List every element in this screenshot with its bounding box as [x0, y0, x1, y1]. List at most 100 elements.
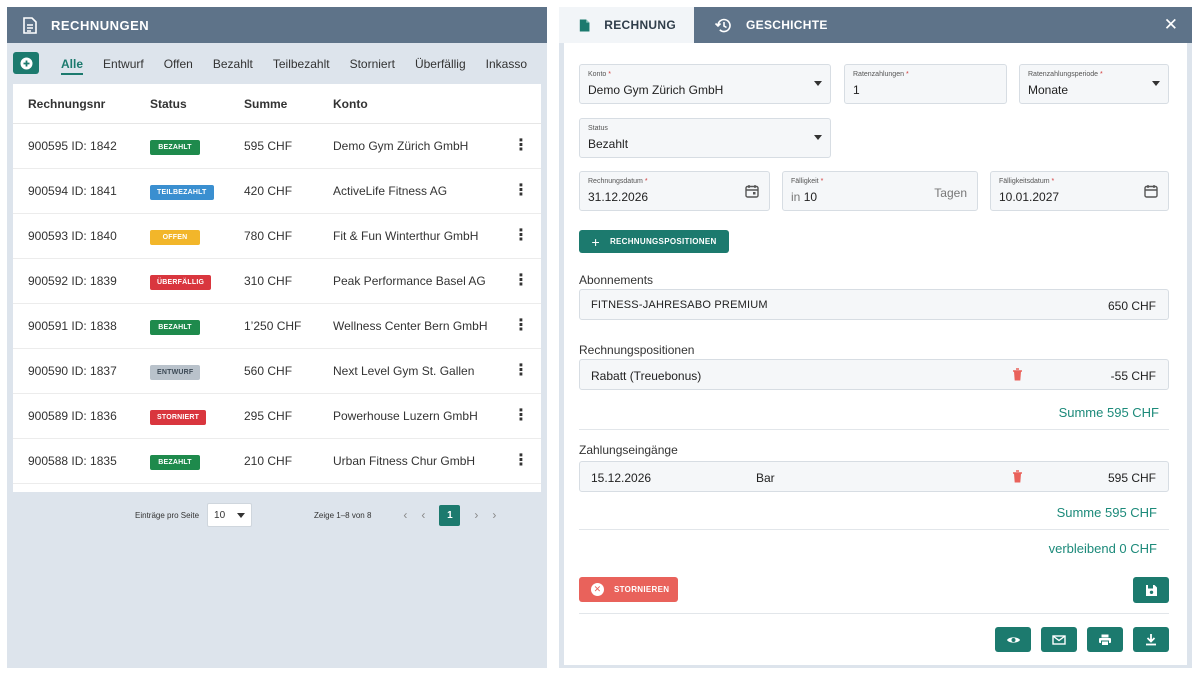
- more-vert-icon[interactable]: ⋮: [501, 183, 541, 199]
- trash-icon[interactable]: [1012, 368, 1023, 384]
- raten-label: Ratenzahlungen *: [853, 71, 909, 78]
- status-badge: OFFEN: [150, 229, 200, 245]
- calendar-icon[interactable]: [1144, 184, 1158, 203]
- invoice-sum: 560 CHF: [244, 364, 293, 378]
- tab-geschichte-label: GESCHICHTE: [746, 18, 828, 32]
- document-icon: [23, 16, 37, 34]
- table-row[interactable]: 900591 ID: 1838 BEZAHLT 1’250 CHF Wellness …: [13, 304, 541, 349]
- range-text: Zeige 1–8 von 8: [314, 510, 372, 520]
- raten-label-text: Ratenzahlungen: [853, 71, 904, 78]
- table-row[interactable]: 900590 ID: 1837 ENTWURF 560 CHF Next Level …: [13, 349, 541, 394]
- invoice-account: Urban Fitness Chur GmbH: [333, 454, 476, 468]
- col-header-account[interactable]: Konto: [333, 97, 501, 111]
- col-header-status[interactable]: Status: [150, 97, 244, 111]
- invoice-form: Konto * Demo Gym Zürich GmbH Ratenzahlun…: [564, 43, 1187, 665]
- tab-rechnung[interactable]: RECHNUNG: [559, 7, 694, 43]
- next-page-icon[interactable]: ›: [474, 508, 478, 522]
- fdatum-label-text: Fälligkeitsdatum: [999, 178, 1050, 185]
- calendar-icon[interactable]: [745, 184, 759, 203]
- invoice-account: Next Level Gym St. Gallen: [333, 364, 475, 378]
- preview-button[interactable]: [995, 627, 1031, 652]
- invoices-panel: RECHNUNGEN Alle Entwurf Offen Bezahlt Te…: [7, 7, 547, 668]
- tab-geschichte[interactable]: GESCHICHTE: [694, 7, 846, 43]
- add-invoice-button[interactable]: [13, 52, 39, 74]
- table-row[interactable]: 900594 ID: 1841 TEILBEZAHLT 420 CHF ActiveL…: [13, 169, 541, 214]
- close-icon[interactable]: ✕: [1164, 15, 1178, 35]
- filter-tab-storniert[interactable]: Storniert: [350, 51, 395, 75]
- faelligkeit-input[interactable]: Fälligkeit * in 10 Tagen: [782, 171, 978, 211]
- faelligkeit-label: Fälligkeit *: [791, 178, 824, 185]
- invoice-number: 900591 ID: 1838: [28, 319, 117, 333]
- page-number[interactable]: 1: [439, 504, 461, 526]
- more-vert-icon[interactable]: ⋮: [501, 138, 541, 154]
- faelligkeitsdatum-value: 10.01.2027: [999, 190, 1060, 204]
- invoice-sum: 310 CHF: [244, 274, 293, 288]
- printer-icon: [1099, 634, 1111, 646]
- filter-tab-ueberfaellig[interactable]: Überfällig: [415, 51, 466, 75]
- table-row[interactable]: 900595 ID: 1842 BEZAHLT 595 CHF Demo Gym Zü…: [13, 124, 541, 169]
- konto-select[interactable]: Konto * Demo Gym Zürich GmbH: [579, 64, 831, 104]
- close-circle-icon: ✕: [591, 583, 604, 596]
- more-vert-icon[interactable]: ⋮: [501, 273, 541, 289]
- caret-down-icon: [814, 81, 822, 86]
- last-page-icon[interactable]: ›: [492, 508, 496, 522]
- filter-tab-bezahlt[interactable]: Bezahlt: [213, 51, 253, 75]
- invoices-table: Rechnungsnr Status Summe Konto 900595 ID…: [13, 84, 541, 492]
- status-cell: ENTWURF: [150, 363, 244, 380]
- table-row[interactable]: 900588 ID: 1835 BEZAHLT 210 CHF Urban Fitne…: [13, 439, 541, 484]
- positionen-title: Rechnungspositionen: [579, 343, 695, 357]
- filter-tab-offen[interactable]: Offen: [164, 51, 193, 75]
- table-row[interactable]: 900589 ID: 1836 STORNIERT 295 CHF Powerhous…: [13, 394, 541, 439]
- raten-input[interactable]: Ratenzahlungen * 1: [844, 64, 1007, 104]
- invoice-account: Fit & Fun Winterthur GmbH: [333, 229, 479, 243]
- abonnements-title: Abonnements: [579, 273, 654, 287]
- invoice-sum: 295 CHF: [244, 409, 293, 423]
- first-page-icon[interactable]: ‹: [403, 508, 407, 522]
- more-vert-icon[interactable]: ⋮: [501, 228, 541, 244]
- per-page-select[interactable]: 10: [207, 503, 253, 527]
- more-vert-icon[interactable]: ⋮: [501, 408, 541, 424]
- history-icon: [714, 18, 731, 32]
- status-badge: STORNIERT: [150, 409, 207, 425]
- status-cell: BEZAHLT: [150, 453, 244, 470]
- faelligkeit-value: in 10: [791, 190, 817, 204]
- payment-amount: 595 CHF: [1107, 471, 1156, 485]
- faelligkeitsdatum-label: Fälligkeitsdatum *: [999, 178, 1055, 185]
- payment-method: Bar: [756, 471, 775, 485]
- prev-page-icon[interactable]: ‹: [421, 508, 425, 522]
- plus-circle-icon: [20, 57, 32, 69]
- filter-tab-entwurf[interactable]: Entwurf: [103, 51, 144, 75]
- save-button[interactable]: [1133, 577, 1169, 603]
- document-icon: [579, 18, 590, 32]
- faelligkeitsdatum-field[interactable]: Fälligkeitsdatum * 10.01.2027: [990, 171, 1169, 211]
- invoice-number: 900594 ID: 1841: [28, 184, 117, 198]
- print-button[interactable]: [1087, 627, 1123, 652]
- email-button[interactable]: [1041, 627, 1077, 652]
- rechnungsdatum-field[interactable]: Rechnungsdatum * 31.12.2026: [579, 171, 770, 211]
- status-cell: STORNIERT: [150, 408, 244, 425]
- divider: [579, 613, 1169, 614]
- invoice-sum: 595 CHF: [244, 139, 293, 153]
- table-row[interactable]: 900593 ID: 1840 OFFEN 780 CHF Fit & Fun Win…: [13, 214, 541, 259]
- cancel-invoice-button[interactable]: ✕ STORNIEREN: [579, 577, 678, 602]
- filter-tab-inkasso[interactable]: Inkasso: [486, 51, 527, 75]
- periode-select[interactable]: Ratenzahlungsperiode * Monate: [1019, 64, 1169, 104]
- add-positions-button[interactable]: + RECHNUNGSPOSITIONEN: [579, 230, 729, 253]
- filter-tab-teilbezahlt[interactable]: Teilbezahlt: [273, 51, 330, 75]
- status-cell: BEZAHLT: [150, 138, 244, 155]
- trash-icon[interactable]: [1012, 470, 1023, 486]
- table-row[interactable]: 900592 ID: 1839 ÜBERFÄLLIG 310 CHF Peak Per…: [13, 259, 541, 304]
- rechnungsdatum-label: Rechnungsdatum *: [588, 178, 648, 185]
- download-button[interactable]: [1133, 627, 1169, 652]
- payment-line: 15.12.2026 Bar 595 CHF: [579, 461, 1169, 492]
- col-header-sum[interactable]: Summe: [244, 97, 333, 111]
- more-vert-icon[interactable]: ⋮: [501, 318, 541, 334]
- rechnungsdatum-value: 31.12.2026: [588, 190, 649, 204]
- cancel-label: STORNIEREN: [614, 585, 670, 594]
- filter-tab-alle[interactable]: Alle: [61, 51, 84, 75]
- col-header-nr[interactable]: Rechnungsnr: [13, 97, 150, 111]
- status-select[interactable]: Status Bezahlt: [579, 118, 831, 158]
- more-vert-icon[interactable]: ⋮: [501, 363, 541, 379]
- more-vert-icon[interactable]: ⋮: [501, 453, 541, 469]
- status-badge: ENTWURF: [150, 364, 201, 380]
